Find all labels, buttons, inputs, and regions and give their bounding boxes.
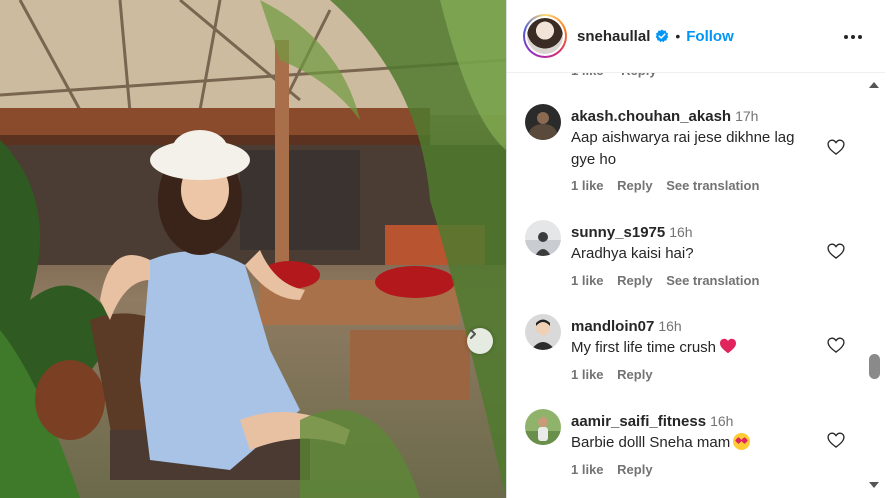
heart-icon[interactable] xyxy=(826,430,846,450)
chevron-right-icon xyxy=(470,329,476,339)
heart-icon[interactable] xyxy=(826,241,846,261)
commenter-username[interactable]: mandloin07 xyxy=(571,318,654,335)
post-image-illustration xyxy=(0,0,506,498)
commenter-username[interactable]: akash.chouhan_akash xyxy=(571,108,731,125)
more-options-icon xyxy=(844,35,862,39)
author-avatar[interactable] xyxy=(523,14,567,58)
like-count[interactable]: 1 like xyxy=(571,462,604,477)
scroll-down-arrow-icon[interactable] xyxy=(869,482,879,488)
reply-button[interactable]: Reply xyxy=(617,273,652,288)
comment-actions: 1 like Reply xyxy=(571,367,663,382)
follow-button[interactable]: Follow xyxy=(686,28,734,45)
reply-button[interactable]: Reply xyxy=(617,462,652,477)
scrollbar-thumb[interactable] xyxy=(869,354,880,379)
commenter-avatar[interactable] xyxy=(525,220,561,256)
commenter-username[interactable]: sunny_s1975 xyxy=(571,224,665,241)
header-separator: • xyxy=(675,28,681,44)
see-translation-link[interactable]: See translation xyxy=(666,273,759,288)
comment-time[interactable]: 16h xyxy=(669,224,692,240)
post-header: snehaullal • Follow xyxy=(507,0,885,73)
comment-text: Aap aishwarya rai jese dikhne lag gye ho xyxy=(571,129,795,168)
commenter-username[interactable]: aamir_saifi_fitness xyxy=(571,413,706,430)
next-photo-button[interactable] xyxy=(467,328,493,354)
comment-text: My first life time crush xyxy=(571,337,821,359)
comment-actions: 1 like Reply xyxy=(571,462,663,477)
comment-time[interactable]: 17h xyxy=(735,108,758,124)
like-count[interactable]: 1 like xyxy=(571,273,604,288)
verified-badge-icon xyxy=(656,29,669,43)
comment-actions: 1 like Reply See translation xyxy=(571,178,769,193)
more-options-button[interactable] xyxy=(843,27,863,47)
comment-actions: 1 like Reply See translation xyxy=(571,273,769,288)
heart-icon[interactable] xyxy=(826,137,846,157)
heart-emoji-icon xyxy=(720,338,737,354)
comment-text: Aradhya kaisi hai? xyxy=(571,245,694,262)
scroll-up-arrow-icon[interactable] xyxy=(869,82,879,88)
heart-icon[interactable] xyxy=(826,335,846,355)
star-struck-emoji-icon xyxy=(733,433,751,450)
comment-time[interactable]: 16h xyxy=(710,413,733,429)
commenter-avatar[interactable] xyxy=(525,409,561,445)
like-count[interactable]: 1 like xyxy=(571,178,604,193)
comment-time[interactable]: 16h xyxy=(658,318,681,334)
comments-panel: snehaullal • Follow 1 like Reply akash.c… xyxy=(506,0,888,498)
author-username[interactable]: snehaullal xyxy=(577,28,650,45)
reply-button[interactable]: Reply xyxy=(617,367,652,382)
comment-text: Barbie dolll Sneha mam xyxy=(571,432,821,454)
commenter-avatar[interactable] xyxy=(525,314,561,350)
see-translation-link[interactable]: See translation xyxy=(666,178,759,193)
comments-scrollbar[interactable] xyxy=(865,74,885,498)
post-photo xyxy=(0,0,506,498)
commenter-avatar[interactable] xyxy=(525,104,561,140)
reply-button[interactable]: Reply xyxy=(617,178,652,193)
like-count[interactable]: 1 like xyxy=(571,367,604,382)
